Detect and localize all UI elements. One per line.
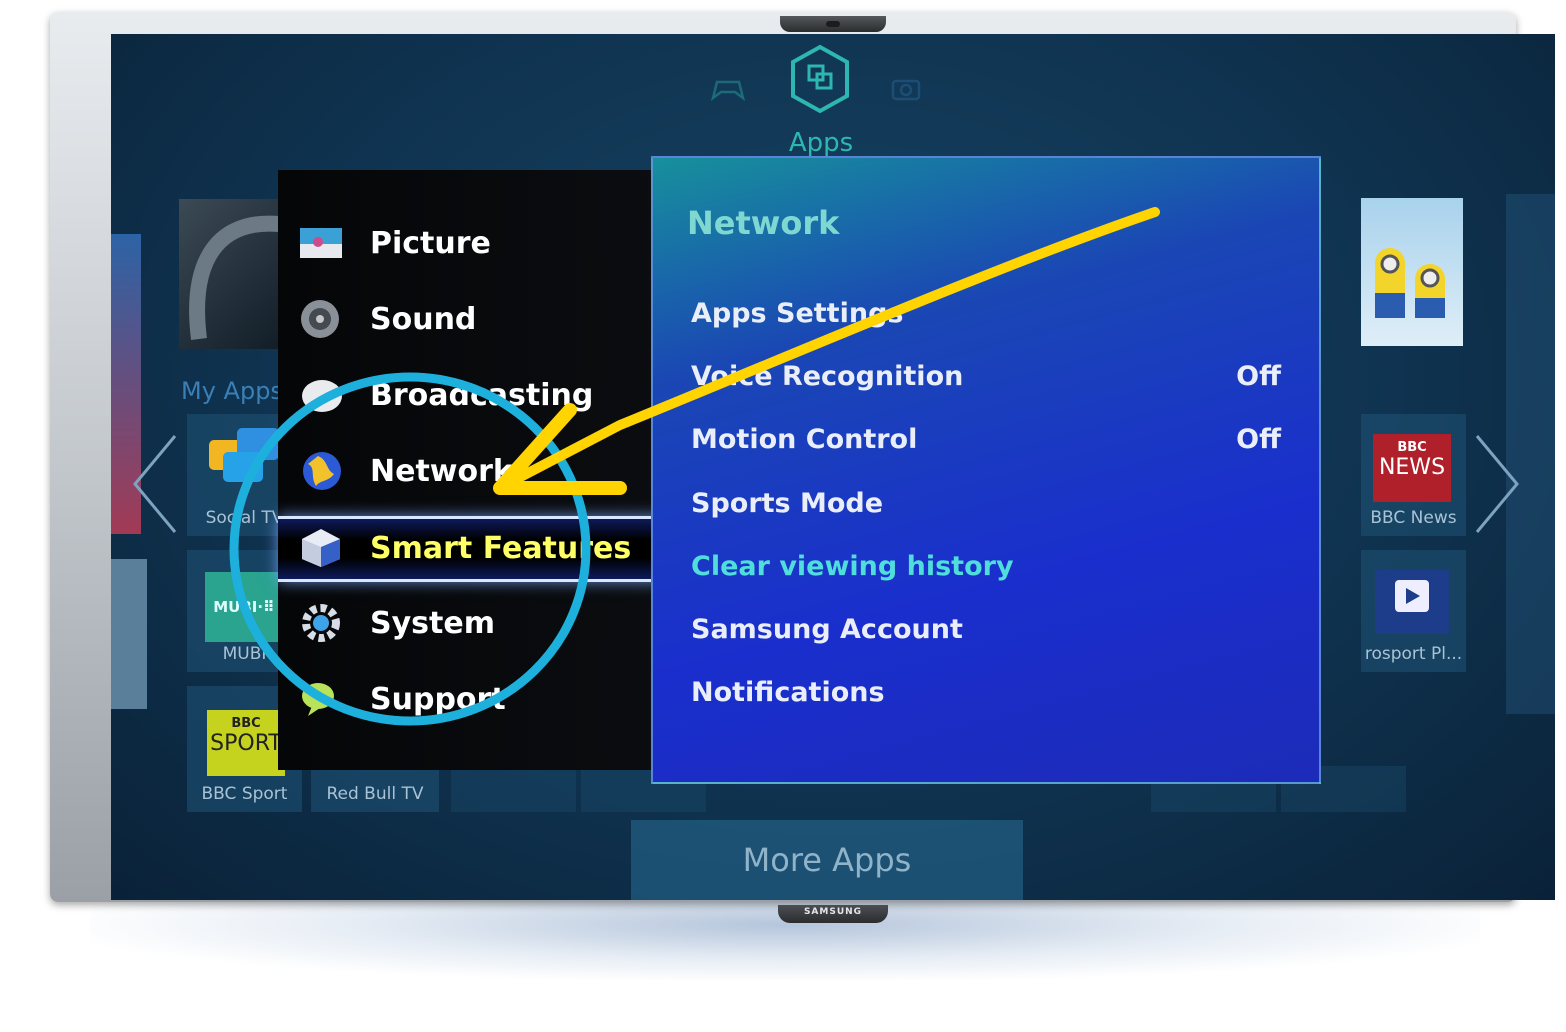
- app-tile-label: Red Bull TV: [326, 784, 424, 804]
- my-apps-label: My Apps: [181, 377, 283, 405]
- app-tile-bbc-news[interactable]: BBC NEWS BBC News: [1361, 414, 1466, 536]
- camera-icon[interactable]: [889, 74, 923, 102]
- more-apps-button[interactable]: More Apps: [631, 820, 1023, 900]
- menu-item-system[interactable]: System: [298, 594, 658, 654]
- menu-item-network[interactable]: Network: [298, 442, 658, 502]
- submenu-item-clear-viewing-history[interactable]: Clear viewing history: [691, 551, 1281, 595]
- setting-value: Off: [1236, 424, 1281, 455]
- tv-bezel: SAMSUNG Apps My Apps Social TV MUBI·⠿ MU…: [50, 12, 1555, 923]
- globe-icon: [303, 452, 341, 490]
- support-bubble-icon: [302, 683, 334, 716]
- eurosport-logo: [1375, 570, 1449, 634]
- submenu-item-sports-mode[interactable]: Sports Mode: [691, 488, 1281, 532]
- bbc-sport-logo: BBC SPORT: [207, 710, 285, 776]
- chat-bubbles-icon: [209, 428, 279, 482]
- setting-value: Off: [1236, 361, 1281, 392]
- movie-tile-minions[interactable]: [1361, 198, 1463, 346]
- camera-lens: [826, 21, 840, 27]
- settings-menu: Picture Sound Broadcasting Network Smart…: [278, 170, 666, 770]
- submenu-item-notifications[interactable]: Notifications: [691, 677, 1281, 721]
- app-tile-label: BBC News: [1370, 508, 1457, 528]
- side-tile-left-2[interactable]: [111, 559, 147, 709]
- smart-hub-cube-icon: [302, 529, 340, 567]
- submenu-title: Network: [687, 204, 840, 242]
- previous-arrow-icon[interactable]: [131, 434, 181, 534]
- network-submenu: Network Apps Settings Voice Recognition O…: [651, 156, 1321, 784]
- next-arrow-icon[interactable]: [1471, 434, 1521, 534]
- app-tile-label: rosport Pl...: [1364, 644, 1463, 664]
- minions-image: [1375, 248, 1445, 318]
- app-tile-label: BBC Sport: [201, 784, 288, 804]
- gamepad-icon[interactable]: [711, 74, 745, 102]
- submenu-item-samsung-account[interactable]: Samsung Account: [691, 614, 1281, 658]
- menu-item-broadcasting[interactable]: Broadcasting: [298, 366, 658, 426]
- submenu-item-motion-control[interactable]: Motion Control Off: [691, 424, 1281, 468]
- play-icon: [1395, 580, 1429, 612]
- row-placeholder-tile: [451, 766, 576, 812]
- app-tile-eurosport-player[interactable]: rosport Pl...: [1361, 550, 1466, 672]
- menu-item-smart-features[interactable]: Smart Features: [278, 516, 666, 582]
- gear-icon: [302, 604, 340, 642]
- bbc-news-logo: BBC NEWS: [1373, 434, 1451, 502]
- picture-icon: [300, 228, 342, 258]
- brand-logo: SAMSUNG: [778, 905, 888, 923]
- satellite-dish-icon: [302, 380, 342, 412]
- section-switcher: Apps: [711, 44, 971, 164]
- section-title: Apps: [788, 128, 854, 158]
- tv-camera: [780, 16, 886, 32]
- menu-item-support[interactable]: Support: [298, 670, 658, 730]
- menu-item-picture[interactable]: Picture: [298, 214, 658, 274]
- submenu-item-voice-recognition[interactable]: Voice Recognition Off: [691, 361, 1281, 405]
- menu-item-sound[interactable]: Sound: [298, 290, 658, 350]
- submenu-item-apps-settings[interactable]: Apps Settings: [691, 298, 1281, 342]
- speaker-icon: [301, 300, 339, 338]
- apps-icon[interactable]: [789, 44, 851, 114]
- tv-screen: Apps My Apps Social TV MUBI·⠿ MUBI BBC S…: [111, 34, 1555, 900]
- mubi-logo: MUBI·⠿: [205, 572, 283, 642]
